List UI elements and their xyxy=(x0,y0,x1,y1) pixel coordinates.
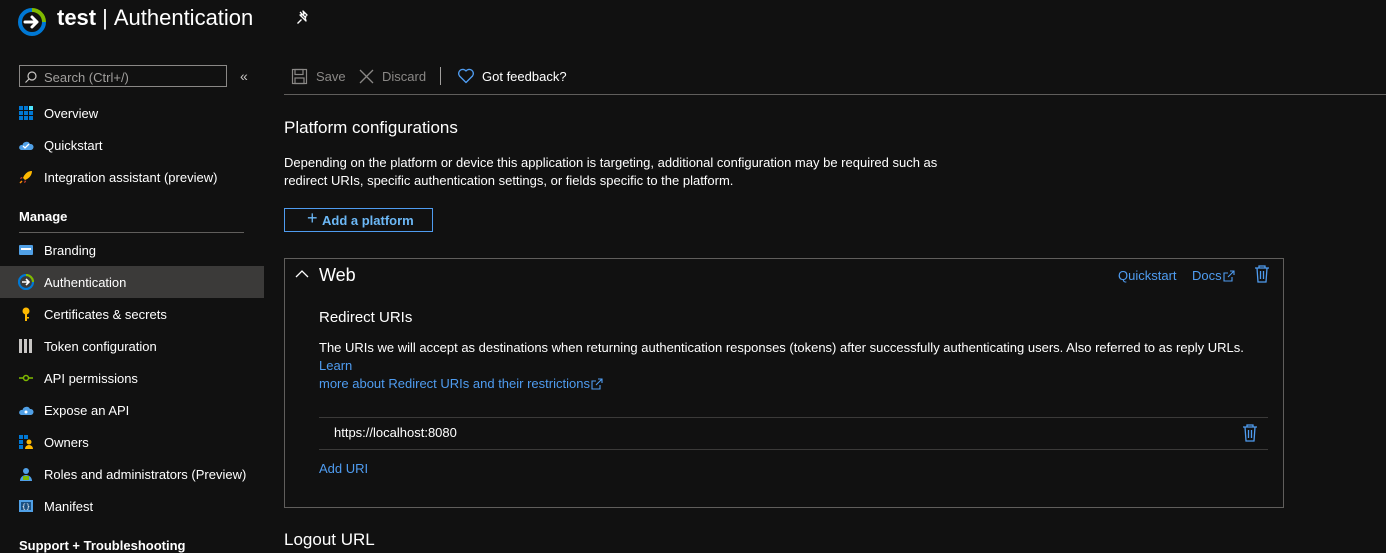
sidebar-item-label: Integration assistant (preview) xyxy=(44,169,218,185)
save-button[interactable]: Save xyxy=(291,68,346,85)
api-permissions-icon xyxy=(19,374,33,382)
key-icon xyxy=(22,307,30,321)
add-uri-link[interactable]: Add URI xyxy=(319,461,368,476)
redirect-description-line1: The URIs we will accept as destinations … xyxy=(319,339,1269,375)
sidebar-item-manifest[interactable]: {} Manifest xyxy=(0,490,264,522)
cloud-quickstart-icon xyxy=(19,141,34,150)
uri-row-bottom-border xyxy=(319,449,1268,450)
feedback-button[interactable]: Got feedback? xyxy=(457,68,567,84)
owners-icon xyxy=(19,435,33,449)
web-card-title: Web xyxy=(319,265,356,285)
sidebar-item-label: Certificates & secrets xyxy=(44,306,167,322)
sidebar-item-label: Roles and administrators (Preview) xyxy=(44,466,247,482)
trash-icon xyxy=(1243,424,1257,442)
collapse-web-button[interactable] xyxy=(294,266,310,287)
learn-more-link-part2[interactable]: more about Redirect URIs and their restr… xyxy=(319,375,590,393)
sidebar-item-quickstart[interactable]: Quickstart xyxy=(0,129,264,161)
platform-configurations-heading: Platform configurations xyxy=(284,118,458,137)
sidebar-item-token-configuration[interactable]: Token configuration xyxy=(0,330,264,362)
sidebar-item-overview[interactable]: Overview xyxy=(0,97,264,129)
page-title: test | Authentication xyxy=(57,3,253,33)
redirect-uris-description: The URIs we will accept as destinations … xyxy=(319,339,1269,393)
sidebar-item-label: Token configuration xyxy=(44,338,157,354)
delete-web-platform-button[interactable] xyxy=(1254,265,1270,288)
add-platform-label: Add a platform xyxy=(322,212,414,228)
search-box[interactable] xyxy=(19,65,227,87)
external-link-icon xyxy=(1223,269,1235,282)
logout-url-heading: Logout URL xyxy=(284,530,375,549)
external-link-icon xyxy=(591,378,603,390)
support-heading: Support + Troubleshooting xyxy=(19,538,186,553)
cloud-expose-icon xyxy=(19,406,34,415)
save-label: Save xyxy=(316,69,346,84)
delete-uri-button[interactable] xyxy=(1242,424,1258,447)
plus-icon: + xyxy=(307,208,318,228)
sidebar-item-branding[interactable]: Branding xyxy=(0,234,264,266)
platform-description-line: Depending on the platform or device this… xyxy=(284,155,938,170)
sidebar-item-api-permissions[interactable]: API permissions xyxy=(0,362,264,394)
quickstart-link[interactable]: Quickstart xyxy=(1118,268,1177,283)
sidebar-item-label: Manifest xyxy=(44,498,94,514)
redirect-description-line2: more about Redirect URIs and their restr… xyxy=(319,375,1269,393)
toolbar-divider xyxy=(440,67,441,85)
search-icon xyxy=(25,71,37,83)
blade-name: Authentication xyxy=(113,5,254,30)
learn-more-link-part1[interactable]: Learn xyxy=(319,358,352,373)
sidebar-item-label: Overview xyxy=(44,105,99,121)
discard-label: Discard xyxy=(382,69,427,84)
title-separator: | xyxy=(102,5,108,30)
heart-icon xyxy=(457,68,475,84)
sidebar-item-integration-assistant[interactable]: Integration assistant (preview) xyxy=(0,161,264,193)
pin-icon[interactable] xyxy=(294,9,312,27)
app-registration-icon xyxy=(18,8,46,36)
platform-description: Depending on the platform or device this… xyxy=(284,154,994,190)
docs-link[interactable]: Docs xyxy=(1192,268,1235,283)
trash-icon xyxy=(1255,265,1269,283)
sidebar-item-label: Expose an API xyxy=(44,402,130,418)
sidebar-item-label: API permissions xyxy=(44,370,138,386)
manage-heading: Manage xyxy=(19,209,68,224)
rocket-icon xyxy=(19,171,32,184)
sidebar-item-roles[interactable]: Roles and administrators (Preview) xyxy=(0,458,264,490)
collapse-sidebar-button[interactable]: « xyxy=(240,68,248,84)
branding-icon xyxy=(19,245,33,255)
app-name: test xyxy=(57,5,97,30)
close-icon xyxy=(359,69,374,84)
sidebar-item-label: Authentication xyxy=(44,274,127,290)
add-platform-button[interactable]: + Add a platform xyxy=(284,208,433,232)
token-bars-icon xyxy=(19,339,32,353)
manifest-icon: {} xyxy=(19,500,33,512)
sidebar-item-label: Quickstart xyxy=(44,137,103,153)
sidebar-item-authentication[interactable]: Authentication xyxy=(0,266,264,298)
sidebar-item-label: Branding xyxy=(44,242,97,258)
roles-icon xyxy=(20,468,32,481)
uri-row-top-border xyxy=(319,417,1268,418)
redirect-uris-heading: Redirect URIs xyxy=(319,309,413,326)
overview-grid-icon xyxy=(19,106,33,120)
sidebar-item-expose-api[interactable]: Expose an API xyxy=(0,394,264,426)
sidebar-item-label: Owners xyxy=(44,434,89,450)
sidebar-item-certificates[interactable]: Certificates & secrets xyxy=(0,298,264,330)
search-input[interactable] xyxy=(42,67,226,87)
platform-description-line: redirect URIs, specific authentication s… xyxy=(284,173,734,188)
redirect-uri-value[interactable]: https://localhost:8080 xyxy=(334,425,457,440)
section-divider xyxy=(19,232,244,233)
svg-text:{}: {} xyxy=(22,503,30,511)
sidebar-item-owners[interactable]: Owners xyxy=(0,426,264,458)
toolbar-divider-line xyxy=(284,94,1386,95)
discard-button[interactable]: Discard xyxy=(358,68,426,85)
feedback-label: Got feedback? xyxy=(482,68,567,84)
redirect-description-text: The URIs we will accept as destinations … xyxy=(319,340,1244,355)
chevron-up-icon xyxy=(295,270,309,278)
save-icon xyxy=(291,68,308,85)
authentication-icon xyxy=(18,274,34,290)
docs-label: Docs xyxy=(1192,268,1222,283)
